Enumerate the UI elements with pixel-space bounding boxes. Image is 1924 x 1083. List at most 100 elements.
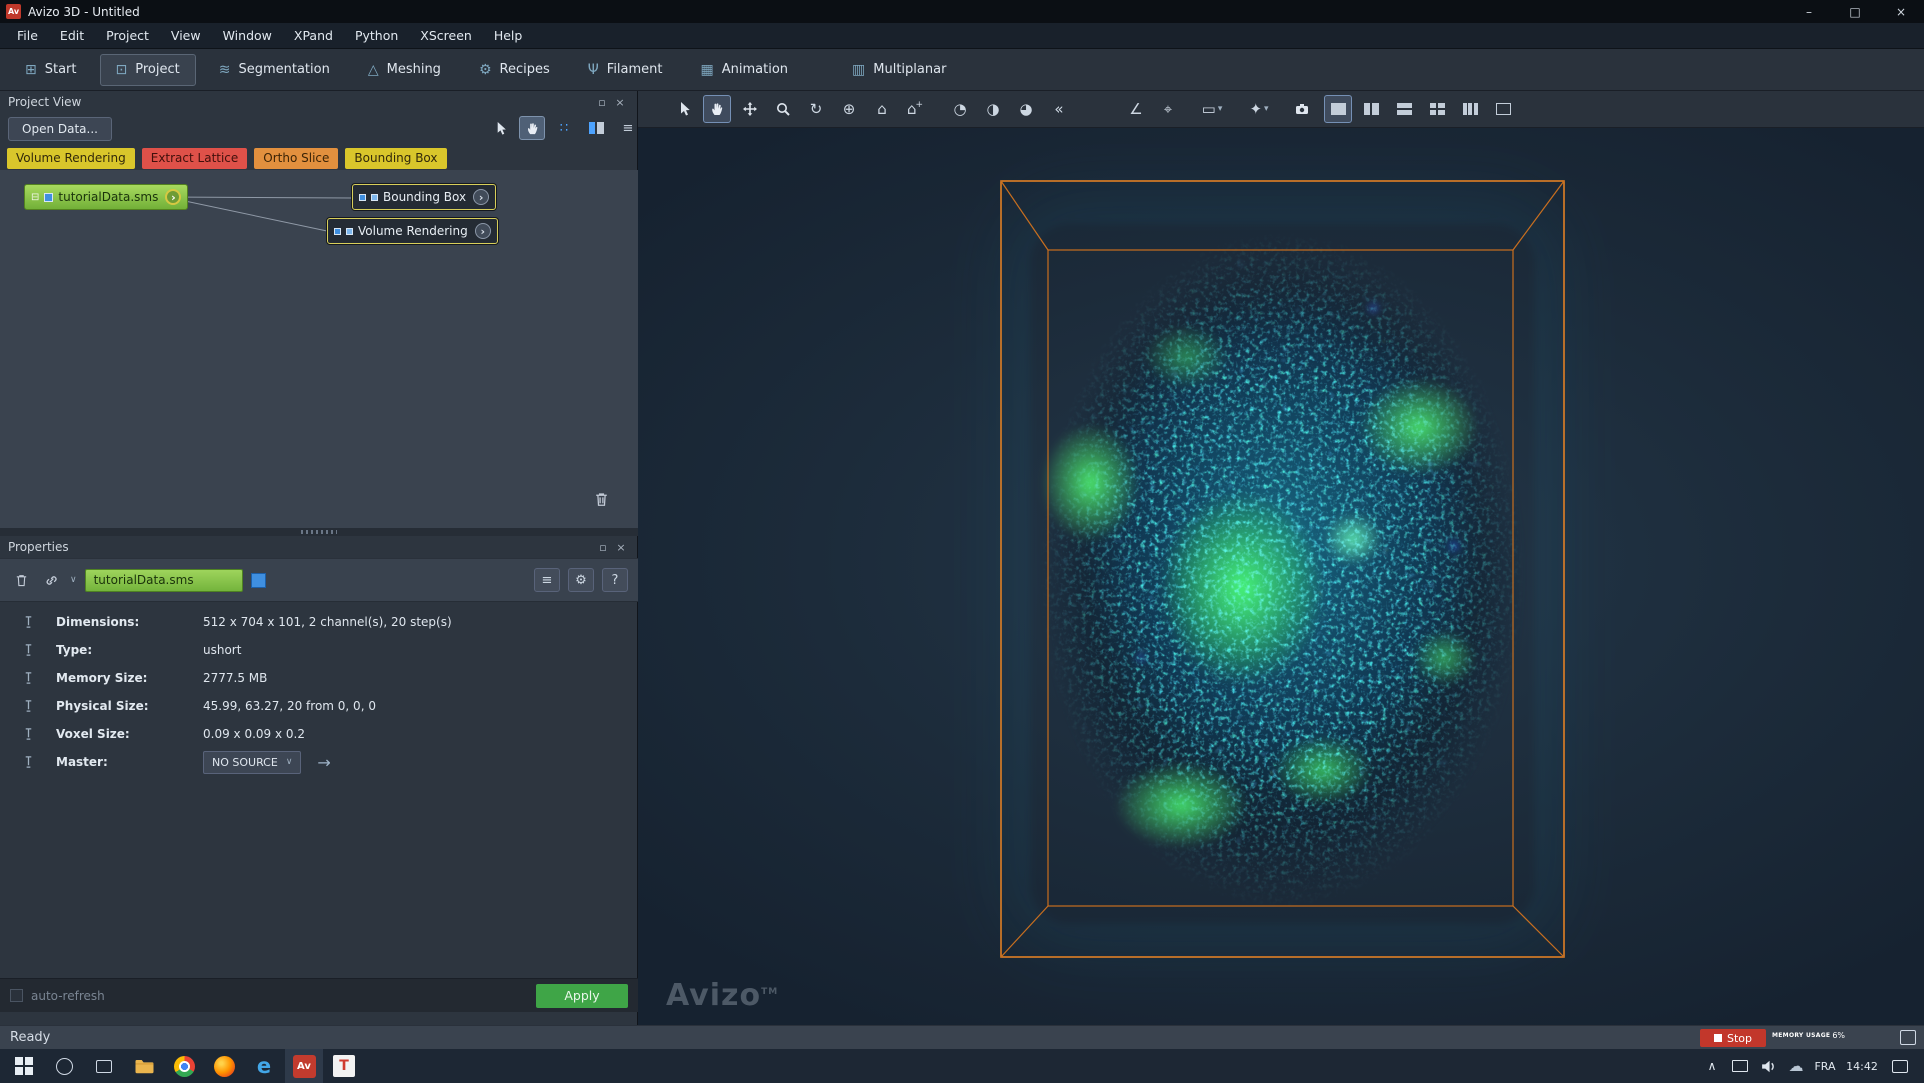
delete-node-button[interactable] [590, 488, 612, 510]
tab-recipes[interactable]: ⚙ Recipes [464, 55, 565, 85]
select-tool-button[interactable] [487, 116, 513, 140]
pin-toggle[interactable] [0, 699, 56, 713]
t-app-button[interactable]: T [325, 1049, 363, 1083]
start-button[interactable] [5, 1049, 43, 1083]
vp-measure-button[interactable]: ▭ ▾ [1192, 95, 1232, 123]
vp-collapse-toolbar-button[interactable]: « [1045, 95, 1073, 123]
clock[interactable]: 14:42 [1842, 1049, 1882, 1083]
vp-trackball-button[interactable]: ⊕ [835, 95, 863, 123]
menu-window[interactable]: Window [212, 24, 283, 47]
port-list-button[interactable]: ≡ [534, 568, 560, 592]
avizo-taskbar-button[interactable]: Av [285, 1049, 323, 1083]
language-indicator[interactable]: FRA [1808, 1049, 1842, 1083]
tab-project[interactable]: ⊡ Project [100, 54, 196, 86]
pin-toggle[interactable] [0, 671, 56, 685]
float-panel-icon[interactable]: ▫ [593, 96, 611, 109]
link-button[interactable] [40, 569, 62, 591]
vp-probe-button[interactable]: ⌖ [1154, 95, 1182, 123]
module-chip-bounding-box[interactable]: Bounding Box [345, 148, 446, 169]
tab-filament[interactable]: Ψ Filament [573, 55, 678, 85]
vp-seek-button[interactable]: ◔ [946, 95, 974, 123]
layout-columns-button[interactable] [583, 116, 609, 140]
vp-rotate-cw-button[interactable]: ◑ [979, 95, 1007, 123]
vp-select-button[interactable] [670, 95, 698, 123]
tab-animation[interactable]: ▦ Animation [686, 55, 804, 85]
action-center-button[interactable] [1886, 1049, 1914, 1083]
vp-set-home-button[interactable]: ⌂ + [901, 95, 929, 123]
menu-xscreen[interactable]: XScreen [409, 24, 483, 47]
tab-meshing[interactable]: △ Meshing [353, 55, 456, 85]
vp-layout-three-columns-button[interactable] [1456, 95, 1484, 123]
connection-port-icon[interactable]: › [475, 223, 491, 239]
stop-button[interactable]: Stop [1700, 1029, 1766, 1047]
pin-toggle[interactable] [0, 643, 56, 657]
module-chip-ortho-slice[interactable]: Ortho Slice [254, 148, 338, 169]
viewport-3d[interactable]: AvizoTM [638, 128, 1924, 1025]
maximize-button[interactable]: □ [1832, 0, 1878, 23]
firefox-button[interactable] [205, 1049, 243, 1083]
remove-module-button[interactable] [10, 569, 32, 591]
menu-help[interactable]: Help [483, 24, 534, 47]
file-explorer-button[interactable] [125, 1049, 163, 1083]
menu-python[interactable]: Python [344, 24, 409, 47]
tray-expand-button[interactable]: ∧ [1700, 1049, 1724, 1083]
menu-view[interactable]: View [160, 24, 212, 47]
auto-refresh-checkbox[interactable] [10, 989, 23, 1002]
vp-layout-two-rows-button[interactable] [1390, 95, 1418, 123]
snap-grid-button[interactable]: ∷ [551, 116, 577, 140]
apply-button[interactable]: Apply [536, 984, 628, 1008]
menu-project[interactable]: Project [95, 24, 160, 47]
connect-arrow-icon[interactable]: → [317, 753, 330, 772]
onedrive-tray-button[interactable]: ☁ [1784, 1049, 1808, 1083]
vp-rotate-button[interactable]: ↻ [802, 95, 830, 123]
close-button[interactable]: × [1878, 0, 1924, 23]
vp-wand-button[interactable]: ✦ ▾ [1239, 95, 1279, 123]
help-button[interactable]: ? [602, 568, 628, 592]
close-panel-icon[interactable]: × [611, 96, 629, 109]
node-bounding-box[interactable]: Bounding Box › [352, 184, 496, 210]
vp-pan-button[interactable] [703, 95, 731, 123]
vp-home-button[interactable]: ⌂ [868, 95, 896, 123]
volume-rendering-view[interactable] [1000, 180, 1565, 958]
vp-measure-angle-button[interactable]: ∠ [1122, 95, 1150, 123]
pin-toggle[interactable] [0, 727, 56, 741]
pin-toggle[interactable] [0, 615, 56, 629]
connection-port-icon[interactable]: › [165, 189, 181, 205]
tab-start[interactable]: ⊞ Start [10, 55, 92, 85]
connection-port-icon[interactable]: › [473, 189, 489, 205]
master-source-dropdown[interactable]: NO SOURCE ∨ [203, 751, 301, 774]
menu-edit[interactable]: Edit [49, 24, 95, 47]
vp-rotate-ccw-button[interactable]: ◕ [1012, 95, 1040, 123]
menu-xpand[interactable]: XPand [283, 24, 344, 47]
settings-button[interactable]: ⚙ [568, 568, 594, 592]
chevron-down-icon[interactable]: ∨ [70, 575, 77, 585]
vp-snapshot-button[interactable] [1288, 95, 1316, 123]
module-chip-volume-rendering[interactable]: Volume Rendering [7, 148, 135, 169]
collapse-node-icon[interactable]: ⊟ [31, 192, 39, 203]
vp-layout-single-button[interactable] [1324, 95, 1352, 123]
pin-toggle[interactable] [0, 755, 56, 769]
module-chip-extract-lattice[interactable]: Extract Lattice [142, 148, 248, 169]
tab-multiplanar[interactable]: ▥ Multiplanar [837, 55, 961, 85]
node-tutorialdata[interactable]: ⊟ tutorialData.sms › [24, 184, 188, 210]
edge-button[interactable]: e [245, 1049, 283, 1083]
task-view-button[interactable] [85, 1049, 123, 1083]
vp-layout-two-columns-button[interactable] [1357, 95, 1385, 123]
panel-splitter[interactable] [0, 528, 638, 536]
network-tray-button[interactable] [1728, 1049, 1752, 1083]
vp-translate-button[interactable] [736, 95, 764, 123]
pan-tool-button[interactable] [519, 116, 545, 140]
minimize-button[interactable]: – [1786, 0, 1832, 23]
vp-layout-grid-button[interactable] [1423, 95, 1451, 123]
chrome-button[interactable] [165, 1049, 203, 1083]
node-volume-rendering[interactable]: Volume Rendering › [327, 218, 498, 244]
node-graph-canvas[interactable]: ⊟ tutorialData.sms › Bounding Box › Volu… [0, 170, 638, 528]
vp-layout-frame-button[interactable] [1489, 95, 1517, 123]
float-panel-icon[interactable]: ▫ [594, 541, 612, 554]
tab-segmentation[interactable]: ≋ Segmentation [204, 55, 345, 85]
console-toggle-button[interactable] [1900, 1030, 1916, 1045]
vp-zoom-button[interactable] [769, 95, 797, 123]
menu-file[interactable]: File [6, 24, 49, 47]
search-button[interactable] [45, 1049, 83, 1083]
close-panel-icon[interactable]: × [612, 541, 630, 554]
